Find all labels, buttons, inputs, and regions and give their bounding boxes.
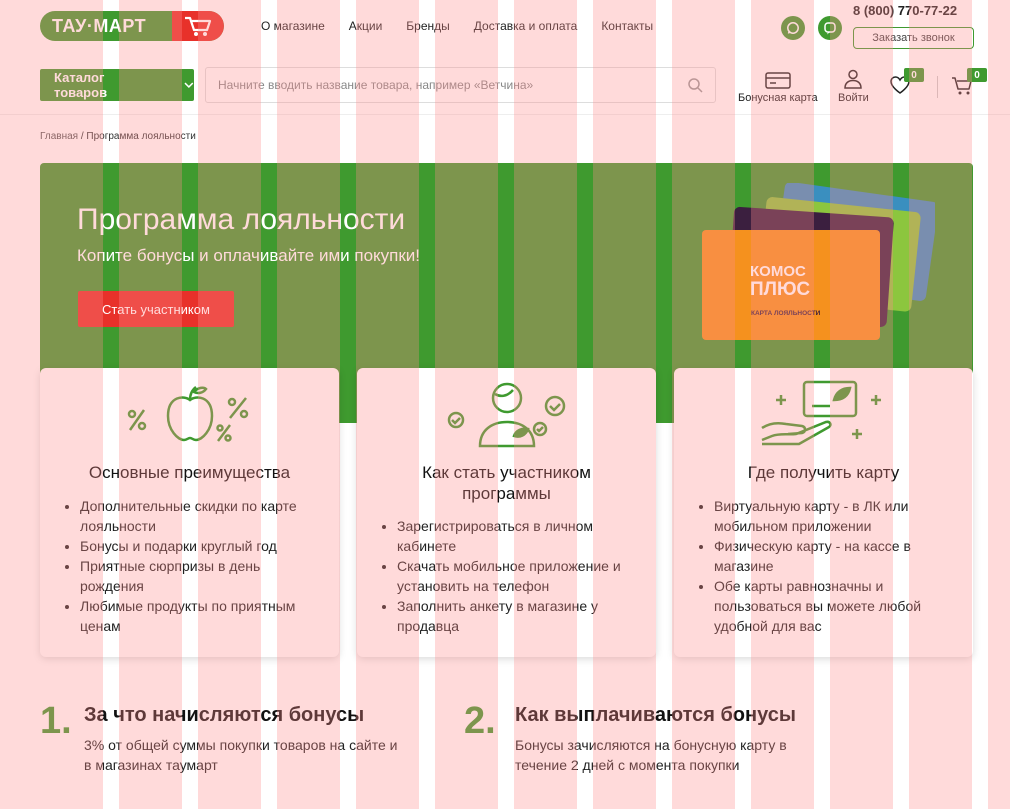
nav-brands[interactable]: Бренды xyxy=(406,19,449,33)
bonus-card-link[interactable]: Бонусная карта xyxy=(738,70,818,104)
card-hand-icon xyxy=(674,378,973,458)
phone-number[interactable]: 8 (800) 770-77-22 xyxy=(853,3,957,18)
whatsapp-icon[interactable] xyxy=(781,16,805,40)
step-text: 3% от общей суммы покупки товаров на сай… xyxy=(84,737,398,773)
callback-button[interactable]: Заказать звонок xyxy=(853,27,974,49)
bonus-card-label: Бонусная карта xyxy=(738,92,818,104)
list-item: Скачать мобильное приложение и установит… xyxy=(397,556,636,596)
catalog-button[interactable]: Каталог товаров xyxy=(40,69,194,101)
card-title: Где получить карту xyxy=(747,463,900,482)
card-brand-line1: КОМОС xyxy=(750,263,806,280)
search-box xyxy=(205,67,716,103)
step-text: Бонусы зачисляются на бонусную карту в т… xyxy=(515,737,787,773)
card-caption: КАРТА ЛОЯЛЬНОСТИ xyxy=(751,310,821,317)
search-input[interactable] xyxy=(206,68,675,102)
viber-icon[interactable] xyxy=(818,16,842,40)
step-number: 1. xyxy=(40,700,72,742)
list-item: Виртуальную карту - в ЛК или мобильном п… xyxy=(714,496,953,536)
login-link[interactable]: Войти xyxy=(838,68,869,104)
card-title: Как стать участником программы xyxy=(422,463,591,503)
site-logo[interactable]: ТАУ·МАРТ xyxy=(40,11,224,41)
benefits-list: Дополнительные скидки по карте лояльност… xyxy=(80,496,319,636)
member-icon xyxy=(357,378,656,458)
chevron-down-icon xyxy=(184,82,194,88)
step-title: За что начисляются бонусы xyxy=(84,704,365,726)
nav-contacts[interactable]: Контакты xyxy=(601,19,653,33)
join-steps-list: Зарегистрироваться в личном кабинете Ска… xyxy=(397,516,636,636)
hero-subtitle: Копите бонусы и оплачивайте ими покупки! xyxy=(77,246,421,265)
list-item: Заполнить анкету в магазине у продавца xyxy=(397,596,636,636)
search-icon[interactable] xyxy=(675,77,715,93)
info-card-get-card: Где получить карту Виртуальную карту - в… xyxy=(674,368,973,657)
list-item: Приятные сюрпризы в день рождения xyxy=(80,556,319,596)
top-header: ТАУ·МАРТ О магазине Акции Бренды Доставк… xyxy=(0,0,1010,56)
list-item: Обе карты равнозначны и пользоваться вы … xyxy=(714,576,953,636)
breadcrumb-separator: / xyxy=(80,131,84,142)
apple-percent-icon xyxy=(40,378,339,458)
get-card-list: Виртуальную карту - в ЛК или мобильном п… xyxy=(714,496,953,636)
card-brand-line2: ПЛЮС xyxy=(750,279,810,300)
list-item: Физическую карту - на кассе в магазине xyxy=(714,536,953,576)
step-number: 2. xyxy=(464,700,496,742)
become-member-button[interactable]: Стать участником xyxy=(78,291,234,327)
step-title: Как выплачиваются бонусы xyxy=(515,704,796,726)
list-item: Любимые продукты по приятным ценам xyxy=(80,596,319,636)
info-card-benefits: Основные преимущества Дополнительные ски… xyxy=(40,368,339,657)
page-title: Программа лояльности xyxy=(77,203,406,236)
nav-promos[interactable]: Акции xyxy=(349,19,383,33)
logo-text: ТАУ·МАРТ xyxy=(52,15,147,36)
wishlist-count-badge: 0 xyxy=(904,68,924,82)
cart-logo-icon xyxy=(172,11,224,41)
nav-delivery[interactable]: Доставка и оплата xyxy=(474,19,578,33)
main-nav: О магазине Акции Бренды Доставка и оплат… xyxy=(261,19,653,33)
toolbar: Каталог товаров Бонусная карта Войти 0 0 xyxy=(0,60,1010,115)
card-icon xyxy=(765,72,791,89)
user-icon xyxy=(844,69,863,89)
divider xyxy=(937,76,938,98)
breadcrumb: Главная / Программа лояльности xyxy=(40,131,196,142)
loyalty-cards-image: КОМОС ПЛЮС КАРТА ЛОЯЛЬНОСТИ xyxy=(702,183,935,340)
list-item: Дополнительные скидки по карте лояльност… xyxy=(80,496,319,536)
list-item: Зарегистрироваться в личном кабинете xyxy=(397,516,636,556)
cart-count-badge: 0 xyxy=(967,68,987,82)
nav-about[interactable]: О магазине xyxy=(261,19,325,33)
login-label: Войти xyxy=(838,92,869,104)
breadcrumb-current: Программа лояльности xyxy=(86,131,196,142)
catalog-label: Каталог товаров xyxy=(54,70,108,100)
list-item: Бонусы и подарки круглый год xyxy=(80,536,319,556)
breadcrumb-home[interactable]: Главная xyxy=(40,131,78,142)
info-card-how-to-join: Как стать участником программы Зарегистр… xyxy=(357,368,656,657)
card-title: Основные преимущества xyxy=(88,463,291,482)
